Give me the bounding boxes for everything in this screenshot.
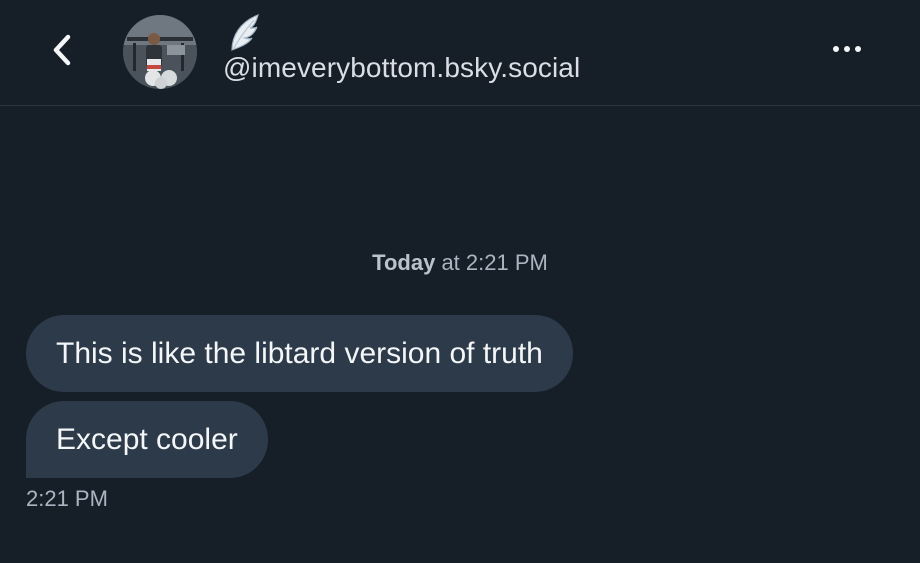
date-separator: Today at 2:21 PM <box>0 250 920 276</box>
date-separator-day: Today <box>372 250 436 275</box>
back-button[interactable] <box>40 28 84 72</box>
more-options-button[interactable] <box>822 32 872 66</box>
more-horizontal-icon-dot <box>844 46 850 52</box>
message-bubble[interactable]: This is like the libtard version of trut… <box>26 315 573 392</box>
date-separator-time: at 2:21 PM <box>441 250 548 275</box>
message-text: This is like the libtard version of trut… <box>56 336 543 370</box>
account-handle[interactable]: @imeverybottom.bsky.social <box>223 52 580 84</box>
chevron-left-icon <box>53 34 71 66</box>
more-horizontal-icon <box>833 46 839 52</box>
message-bubble[interactable]: Except cooler <box>26 401 268 478</box>
avatar-photo <box>123 15 197 89</box>
more-horizontal-icon-dot <box>855 46 861 52</box>
avatar[interactable] <box>123 15 197 89</box>
chat-header: @imeverybottom.bsky.social <box>0 0 920 106</box>
message-text: Except cooler <box>56 422 238 456</box>
message-timestamp: 2:21 PM <box>26 486 108 511</box>
wing-emoji <box>231 14 259 51</box>
